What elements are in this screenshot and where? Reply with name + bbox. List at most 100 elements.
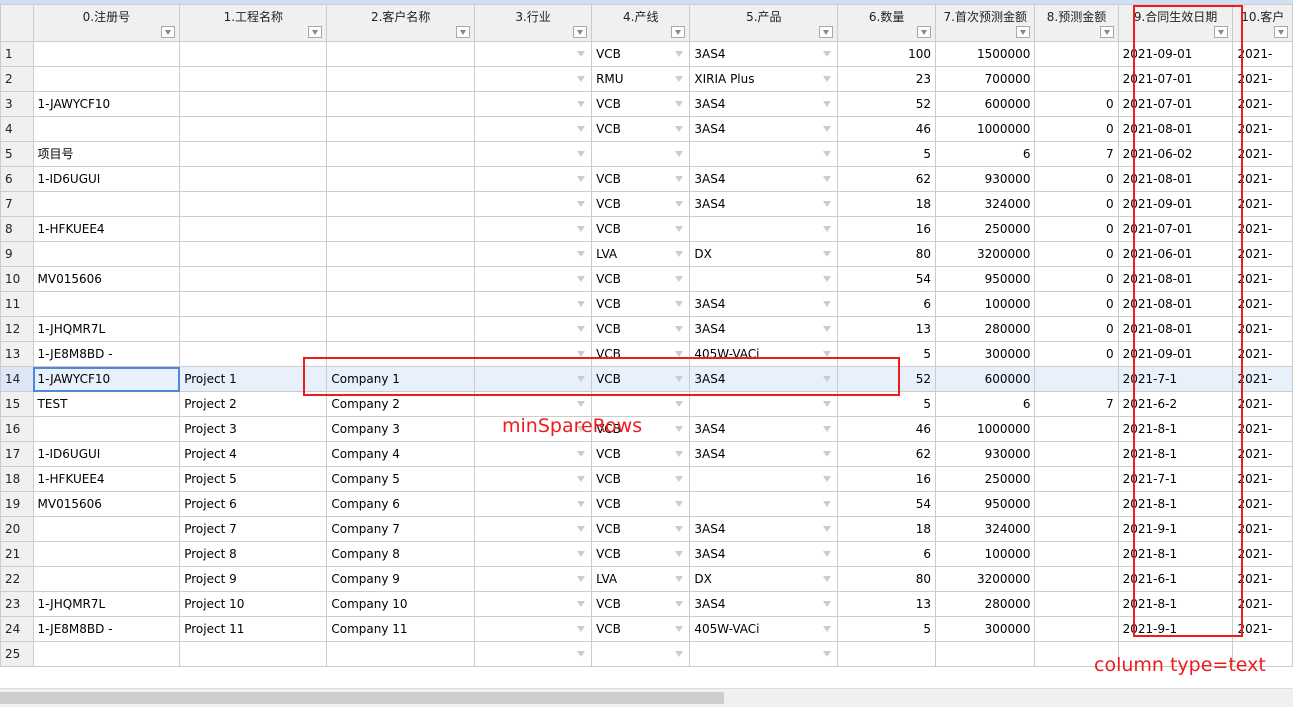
dropdown-arrow-icon[interactable] — [577, 551, 586, 557]
dropdown-arrow-icon[interactable] — [823, 401, 832, 407]
table-row[interactable]: 5 项目号 5 6 7 2021-06-02 2021- — [0, 141, 1293, 167]
filter-dropdown-icon[interactable] — [1214, 26, 1229, 38]
dropdown-arrow-icon[interactable] — [577, 126, 586, 132]
table-cell-col-9[interactable]: 2021-8-1 — [1117, 491, 1234, 517]
table-row[interactable]: 4 VCB 3AS4 46 1000000 0 2021-08-01 2021- — [0, 116, 1293, 142]
dropdown-arrow-icon[interactable] — [823, 176, 832, 182]
table-cell-col-3[interactable] — [474, 441, 593, 467]
dropdown-arrow-icon[interactable] — [823, 226, 832, 232]
table-cell-col-3[interactable] — [474, 541, 593, 567]
table-cell-col-1[interactable] — [179, 141, 328, 167]
table-cell-col-6[interactable]: 62 — [837, 441, 937, 467]
dropdown-arrow-icon[interactable] — [675, 76, 684, 82]
table-cell-col-9[interactable]: 2021-09-01 — [1117, 41, 1234, 67]
table-cell-col-0[interactable]: 项目号 — [32, 141, 181, 167]
table-cell-col-3[interactable] — [474, 391, 593, 417]
table-cell-col-0[interactable] — [32, 191, 181, 217]
table-row[interactable]: 6 1-ID6UGUI VCB 3AS4 62 930000 0 2021-08-01 2021… — [0, 166, 1293, 192]
table-cell-col-7[interactable]: 300000 — [935, 341, 1036, 367]
filter-dropdown-icon[interactable] — [917, 26, 932, 38]
table-cell-col-7[interactable] — [935, 641, 1036, 667]
table-cell-col-2[interactable]: Company 8 — [326, 541, 476, 567]
table-cell-col-5[interactable]: 405W-VACi — [689, 616, 839, 642]
table-cell-col-5[interactable]: 3AS4 — [689, 191, 839, 217]
table-cell-col-8[interactable] — [1034, 66, 1119, 92]
table-cell-col-5[interactable]: 3AS4 — [689, 516, 839, 542]
table-cell-col-10[interactable]: 2021- — [1232, 616, 1293, 642]
table-cell-col-6[interactable]: 13 — [837, 591, 937, 617]
table-cell-col-6[interactable]: 46 — [837, 116, 937, 142]
table-cell-col-5[interactable] — [689, 266, 839, 292]
dropdown-arrow-icon[interactable] — [823, 51, 832, 57]
dropdown-arrow-icon[interactable] — [577, 201, 586, 207]
table-cell-col-0[interactable]: 1-JE8M8BD - — [32, 341, 181, 367]
table-cell-col-1[interactable] — [179, 66, 328, 92]
row-header[interactable]: 17 — [0, 441, 34, 467]
dropdown-arrow-icon[interactable] — [577, 451, 586, 457]
table-cell-col-9[interactable]: 2021-8-1 — [1117, 541, 1234, 567]
table-cell-col-3[interactable] — [474, 316, 593, 342]
row-header[interactable]: 16 — [0, 416, 34, 442]
row-header[interactable]: 11 — [0, 291, 34, 317]
table-cell-col-2[interactable]: Company 3 — [326, 416, 476, 442]
table-cell-col-7[interactable]: 600000 — [935, 91, 1036, 117]
table-cell-col-1[interactable] — [179, 191, 328, 217]
filter-dropdown-icon[interactable] — [573, 26, 588, 38]
dropdown-arrow-icon[interactable] — [577, 276, 586, 282]
column-header-6[interactable]: 6.数量 — [837, 4, 937, 42]
table-cell-col-5[interactable]: 3AS4 — [689, 416, 839, 442]
table-cell-col-8[interactable]: 0 — [1034, 341, 1119, 367]
table-cell-col-3[interactable] — [474, 591, 593, 617]
dropdown-arrow-icon[interactable] — [577, 476, 586, 482]
table-cell-col-2[interactable]: Company 1 — [326, 366, 476, 392]
table-cell-col-7[interactable]: 950000 — [935, 266, 1036, 292]
table-cell-col-2[interactable]: Company 4 — [326, 441, 476, 467]
table-cell-col-1[interactable] — [179, 166, 328, 192]
column-header-5[interactable]: 5.产品 — [689, 4, 839, 42]
table-row[interactable]: 19 MV015606 Project 6 Company 6 VCB 54 950000 2… — [0, 491, 1293, 517]
table-cell-col-2[interactable]: Company 11 — [326, 616, 476, 642]
table-cell-col-10[interactable]: 2021- — [1232, 291, 1293, 317]
table-cell-col-9[interactable]: 2021-09-01 — [1117, 341, 1234, 367]
table-cell-col-6[interactable]: 6 — [837, 291, 937, 317]
table-cell-col-5[interactable]: 3AS4 — [689, 291, 839, 317]
dropdown-arrow-icon[interactable] — [823, 376, 832, 382]
table-cell-col-10[interactable]: 2021- — [1232, 591, 1293, 617]
table-cell-col-7[interactable]: 300000 — [935, 616, 1036, 642]
dropdown-arrow-icon[interactable] — [675, 126, 684, 132]
dropdown-arrow-icon[interactable] — [675, 351, 684, 357]
row-header[interactable]: 25 — [0, 641, 34, 667]
table-cell-col-3[interactable] — [474, 141, 593, 167]
table-cell-col-10[interactable]: 2021- — [1232, 316, 1293, 342]
row-header[interactable]: 1 — [0, 41, 34, 67]
row-header[interactable]: 13 — [0, 341, 34, 367]
dropdown-arrow-icon[interactable] — [675, 426, 684, 432]
table-cell-col-4[interactable]: VCB — [591, 291, 691, 317]
dropdown-arrow-icon[interactable] — [675, 276, 684, 282]
table-cell-col-2[interactable] — [326, 316, 476, 342]
table-row[interactable]: 17 1-ID6UGUI Project 4 Company 4 VCB 3AS4 62 93… — [0, 441, 1293, 467]
table-cell-col-8[interactable]: 0 — [1034, 116, 1119, 142]
table-cell-col-1[interactable] — [179, 41, 328, 67]
table-cell-col-6[interactable]: 5 — [837, 391, 937, 417]
table-cell-col-5[interactable]: 3AS4 — [689, 541, 839, 567]
table-cell-col-3[interactable] — [474, 91, 593, 117]
dropdown-arrow-icon[interactable] — [823, 526, 832, 532]
table-cell-col-1[interactable]: Project 6 — [179, 491, 328, 517]
dropdown-arrow-icon[interactable] — [675, 626, 684, 632]
table-cell-col-9[interactable]: 2021-08-01 — [1117, 291, 1234, 317]
table-cell-col-2[interactable] — [326, 266, 476, 292]
table-cell-col-10[interactable]: 2021- — [1232, 41, 1293, 67]
dropdown-arrow-icon[interactable] — [675, 301, 684, 307]
dropdown-arrow-icon[interactable] — [577, 226, 586, 232]
table-cell-col-10[interactable]: 2021- — [1232, 466, 1293, 492]
table-row[interactable]: 14 1-JAWYCF10 Project 1 Company 1 VCB 3AS4 52 6… — [0, 366, 1293, 392]
table-cell-col-10[interactable]: 2021- — [1232, 366, 1293, 392]
table-cell-col-4[interactable]: VCB — [591, 341, 691, 367]
table-cell-col-5[interactable] — [689, 391, 839, 417]
table-cell-col-9[interactable]: 2021-7-1 — [1117, 466, 1234, 492]
table-cell-col-1[interactable] — [179, 641, 328, 667]
row-header[interactable]: 2 — [0, 66, 34, 92]
dropdown-arrow-icon[interactable] — [577, 76, 586, 82]
table-cell-col-0[interactable]: MV015606 — [32, 266, 181, 292]
